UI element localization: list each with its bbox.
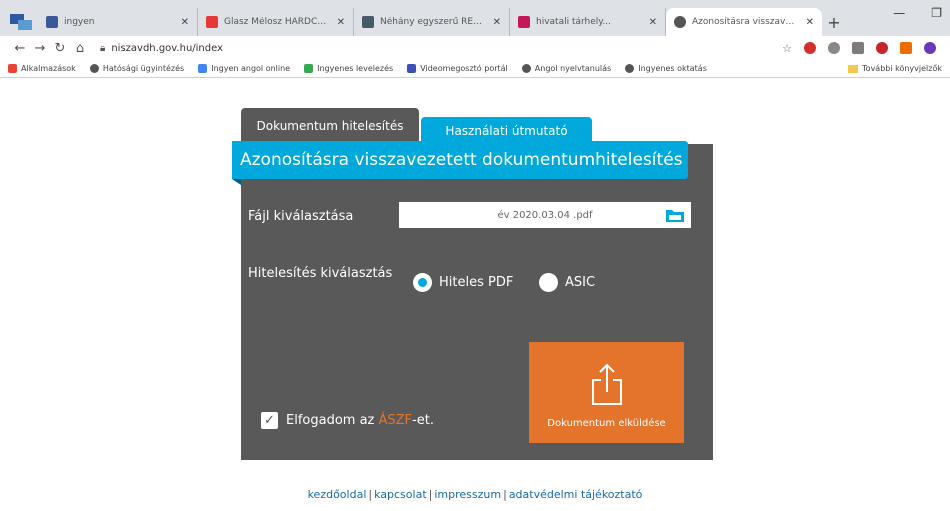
new-tab-button[interactable]: + (822, 13, 846, 32)
lock-icon[interactable]: 🔒︎ (100, 43, 105, 54)
bookmark-label: Angol nyelvtanulás (534, 64, 612, 73)
extensions: ☆ (782, 42, 936, 55)
browser-tab-active[interactable]: Azonosításra visszavezetett d... ✕ (666, 8, 822, 36)
apps-icon (8, 64, 17, 73)
submit-document-button[interactable]: Dokumentum elküldése (529, 342, 684, 443)
globe-icon (89, 64, 99, 73)
footer-separator: | (368, 488, 373, 501)
bookmark-label: Alkalmazások (21, 64, 76, 73)
back-icon[interactable]: ← (10, 41, 30, 56)
mail-icon (304, 64, 314, 73)
forward-icon[interactable]: → (30, 41, 50, 56)
tab-favicon-icon (518, 16, 530, 28)
reload-icon[interactable]: ↻ (50, 41, 70, 56)
star-icon[interactable]: ☆ (782, 42, 792, 55)
tab-favicon-icon (362, 16, 374, 28)
globe-icon (625, 64, 635, 73)
accept-terms-text: Elfogadom az ÁSZF-et. (286, 413, 434, 428)
window-icon (10, 14, 32, 30)
footer-separator: | (428, 488, 433, 501)
tab-favicon-icon (206, 16, 218, 28)
page-title: Azonosításra visszavezetett dokumentumhi… (232, 141, 688, 179)
tab-title: Glasz Mélosz HARDCORE 02... (224, 17, 331, 27)
tab-title: Azonosításra visszavezetett d... (692, 17, 800, 27)
other-bookmarks[interactable]: További könyvjelzők (834, 64, 942, 73)
bookmark-item[interactable]: Hatósági ügyintézés (89, 64, 185, 73)
home-icon[interactable]: ⌂ (70, 41, 90, 56)
bookmark-item[interactable]: Alkalmazások (8, 64, 76, 73)
extension-icon[interactable] (876, 42, 888, 54)
close-tab-icon[interactable]: ✕ (806, 17, 814, 28)
extension-icon[interactable] (852, 42, 864, 54)
bookmark-item[interactable]: Videomegosztó portál (407, 64, 508, 73)
bookmark-item[interactable]: Ingyenes oktatás (625, 64, 707, 73)
radio-hiteles-pdf[interactable]: Hiteles PDF (413, 273, 513, 292)
globe-icon (521, 64, 531, 73)
browser-tab[interactable]: Néhány egyszerű REPORT ... ✕ (354, 8, 510, 36)
bookmark-label: Ingyenes levelezés (317, 64, 394, 73)
file-input[interactable] (399, 202, 691, 228)
bookmark-item[interactable]: Angol nyelvtanulás (521, 64, 612, 73)
tab-user-guide[interactable]: Használati útmutató (421, 117, 592, 144)
browser-tab[interactable]: Glasz Mélosz HARDCORE 02... ✕ (198, 8, 354, 36)
extension-icon[interactable] (828, 42, 840, 54)
bookmark-label: Videomegosztó portál (420, 64, 508, 73)
footer-links: kezdőoldal | kapcsolat | impresszum | adatvéde… (0, 488, 950, 501)
browser-toolbar: ← → ↻ ⌂ 🔒︎ niszavdh.gov.hu/index ☆ (0, 36, 950, 60)
minimize-icon[interactable]: — (893, 6, 905, 20)
tab-title: Néhány egyszerű REPORT ... (380, 17, 487, 27)
file-select-label: Fájl kiválasztása (248, 209, 354, 224)
bookmark-label: További könyvjelzők (862, 64, 942, 73)
accept-prefix: Elfogadom az (286, 413, 379, 428)
address-bar[interactable]: niszavdh.gov.hu/index (111, 43, 782, 54)
file-browse-button[interactable] (663, 204, 687, 226)
bookmarks-bar: Alkalmazások Hatósági ügyintézés Ingyen … (0, 60, 950, 78)
tab-title: hivatali tárhely... (536, 17, 611, 27)
radio-label: Hiteles PDF (439, 275, 514, 290)
folder-icon (848, 64, 859, 73)
extension-icon[interactable] (804, 42, 816, 54)
accept-suffix: -et. (412, 413, 434, 428)
video-icon (407, 64, 417, 73)
tab-favicon-icon (674, 16, 686, 28)
translate-icon (198, 64, 208, 73)
browser-chrome: ingyen ✕ Glasz Mélosz HARDCORE 02... ✕ N… (0, 0, 950, 78)
tab-document-authentication[interactable]: Dokumentum hitelesítés (241, 108, 419, 144)
terms-link[interactable]: ÁSZF (379, 413, 413, 428)
bookmark-item[interactable]: Ingyenes levelezés (304, 64, 393, 73)
maximize-icon[interactable]: ❐ (931, 6, 942, 20)
radio-asic[interactable]: ASIC (539, 273, 595, 292)
bookmark-label: Hatósági ügyintézés (102, 64, 185, 73)
radio-selected-icon (413, 273, 432, 292)
footer-link-imprint[interactable]: impresszum (434, 488, 501, 501)
footer-separator: | (503, 488, 507, 501)
upload-icon (592, 363, 622, 405)
browser-tab[interactable]: ingyen ✕ (38, 8, 198, 36)
radio-label: ASIC (565, 275, 596, 290)
profile-avatar-icon[interactable] (924, 42, 936, 54)
tab-title: ingyen (64, 17, 95, 27)
tab-favicon-icon (46, 16, 58, 28)
accept-terms-checkbox[interactable]: ✓ (261, 412, 278, 429)
footer-link-home[interactable]: kezdőoldal (308, 488, 367, 501)
close-tab-icon[interactable]: ✕ (181, 17, 189, 28)
radio-unselected-icon (539, 273, 558, 292)
banner-fold (232, 179, 241, 185)
bookmark-item[interactable]: Ingyen angol online (198, 64, 290, 73)
footer-link-privacy[interactable]: adatvédelmi tájékoztató (509, 488, 643, 501)
close-tab-icon[interactable]: ✕ (649, 17, 657, 28)
tab-strip: ingyen ✕ Glasz Mélosz HARDCORE 02... ✕ N… (0, 8, 950, 36)
extension-icon[interactable] (900, 42, 912, 54)
bookmark-label: Ingyen angol online (211, 64, 291, 73)
submit-label: Dokumentum elküldése (547, 418, 666, 429)
auth-type-label: Hitelesítés kiválasztás (248, 266, 393, 281)
close-tab-icon[interactable]: ✕ (493, 17, 501, 28)
close-tab-icon[interactable]: ✕ (337, 17, 345, 28)
folder-icon (666, 210, 684, 222)
window-controls: — ❐ (893, 6, 942, 20)
footer-link-contact[interactable]: kapcsolat (374, 488, 427, 501)
bookmark-label: Ingyenes oktatás (638, 64, 707, 73)
browser-tab[interactable]: hivatali tárhely... ✕ (510, 8, 666, 36)
